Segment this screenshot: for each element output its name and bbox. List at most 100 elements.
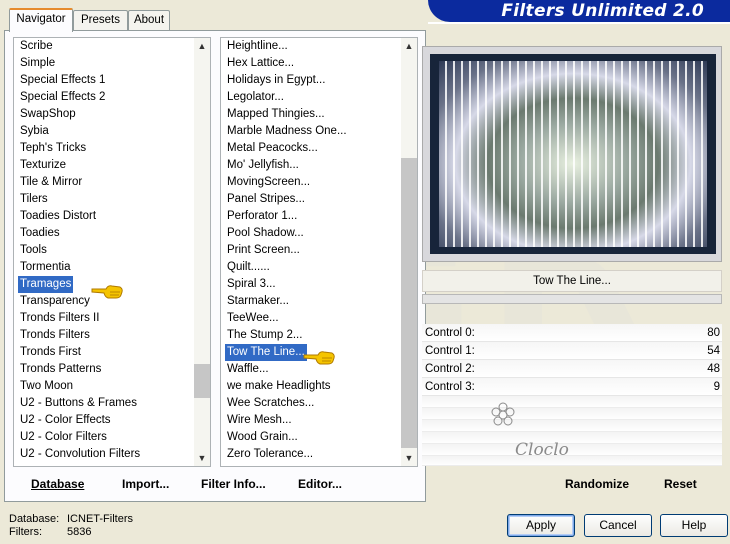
category-item[interactable]: Toadies <box>18 225 62 242</box>
category-item[interactable]: Tronds Patterns <box>18 361 103 378</box>
filter-scroll-thumb[interactable] <box>401 158 417 448</box>
control-2-row[interactable]: Control 2: 48 <box>422 360 722 378</box>
control-empty-row <box>422 420 722 432</box>
arrow-up-icon[interactable]: ▲ <box>401 38 417 54</box>
database-label: Database <box>31 477 85 491</box>
filter-item[interactable]: Metal Peacocks... <box>225 140 320 157</box>
control-1-row[interactable]: Control 1: 54 <box>422 342 722 360</box>
control-empty-row <box>422 432 722 444</box>
control-value[interactable]: 48 <box>707 360 720 378</box>
filter-info-button[interactable]: Filter Info... <box>201 475 266 493</box>
filter-scrollbar[interactable]: ▲ ▼ <box>401 38 417 466</box>
filter-item[interactable]: Print Screen... <box>225 242 302 259</box>
category-scrollbar[interactable]: ▲ ▼ <box>194 38 210 466</box>
randomize-button[interactable]: Randomize <box>565 475 629 493</box>
arrow-down-icon[interactable]: ▼ <box>194 450 210 466</box>
category-item[interactable]: Scribe <box>18 38 55 55</box>
control-label: Control 0: <box>425 327 475 339</box>
reset-button[interactable]: Reset <box>664 475 697 493</box>
pointing-hand-icon <box>303 351 335 365</box>
filter-item[interactable]: Waffle... <box>225 361 271 378</box>
category-item[interactable]: Sybia <box>18 123 51 140</box>
filter-item[interactable]: Legolator... <box>225 89 286 106</box>
category-list[interactable]: Scribe Simple Special Effects 1 Special Eff… <box>13 37 211 467</box>
filter-item[interactable]: Mapped Thingies... <box>225 106 327 123</box>
control-label: Control 1: <box>425 345 475 357</box>
category-item[interactable]: Special Effects 2 <box>18 89 107 106</box>
filter-item[interactable]: MovingScreen... <box>225 174 312 191</box>
preview-image <box>439 61 707 247</box>
filter-item[interactable]: Tow The Line... <box>225 344 307 361</box>
category-item[interactable]: Tile & Mirror <box>18 174 84 191</box>
filter-item[interactable]: Zero Tolerance... <box>225 446 315 463</box>
filter-item[interactable]: Mo' Jellyfish... <box>225 157 301 174</box>
category-item[interactable]: Tormentia <box>18 259 73 276</box>
database-button[interactable]: Database <box>31 475 84 493</box>
category-item[interactable]: SwapShop <box>18 106 78 123</box>
category-item[interactable]: U2 - Convolution Filters <box>18 446 142 463</box>
filter-item[interactable]: Pool Shadow... <box>225 225 306 242</box>
tab-presets[interactable]: Presets <box>73 10 128 30</box>
category-item[interactable]: Simple <box>18 55 57 72</box>
filters-count-value: 5836 <box>67 526 92 538</box>
category-item[interactable]: Tronds First <box>18 344 83 361</box>
category-item[interactable]: Special Effects 1 <box>18 72 107 89</box>
control-empty-row <box>422 456 722 466</box>
database-label: Database: <box>9 513 60 525</box>
progress-bar <box>422 294 722 304</box>
category-scroll-thumb[interactable] <box>194 364 210 398</box>
filter-item[interactable]: Heightline... <box>225 38 290 55</box>
tab-about[interactable]: About <box>128 10 170 30</box>
category-item[interactable]: U2 - Buttons & Frames <box>18 395 139 412</box>
category-item[interactable]: U2 - Color Filters <box>18 429 109 446</box>
control-empty-row <box>422 396 722 408</box>
category-item[interactable]: Tools <box>18 242 49 259</box>
category-item[interactable]: Toadies Distort <box>18 208 98 225</box>
control-empty-row <box>422 408 722 420</box>
help-button[interactable]: Help <box>660 514 728 537</box>
filter-list[interactable]: Heightline... Hex Lattice... Holidays in E… <box>220 37 418 467</box>
control-3-row[interactable]: Control 3: 9 <box>422 378 722 396</box>
category-item[interactable]: Transparency <box>18 293 92 310</box>
filter-item[interactable]: TeeWee... <box>225 310 281 327</box>
filter-item[interactable]: Spiral 3... <box>225 276 278 293</box>
cancel-button[interactable]: Cancel <box>584 514 652 537</box>
category-item[interactable]: Tronds Filters <box>18 327 92 344</box>
preview-area <box>422 46 722 262</box>
filter-item[interactable]: Wood Grain... <box>225 429 300 446</box>
app-title: Filters Unlimited 2.0 <box>501 1 704 21</box>
category-item[interactable]: Teph's Tricks <box>18 140 88 157</box>
banner-underline <box>428 22 730 24</box>
filter-item[interactable]: The Stump 2... <box>225 327 304 344</box>
filter-item[interactable]: Starmaker... <box>225 293 291 310</box>
filter-item[interactable]: Quilt...... <box>225 259 272 276</box>
category-item[interactable]: Tilers <box>18 191 50 208</box>
title-banner: Filters Unlimited 2.0 <box>428 0 730 22</box>
category-item[interactable]: Two Moon <box>18 378 75 395</box>
editor-button[interactable]: Editor... <box>298 475 342 493</box>
filter-item[interactable]: Holidays in Egypt... <box>225 72 327 89</box>
selected-filter-name: Tow The Line... <box>422 270 722 292</box>
filter-item[interactable]: we make Headlights <box>225 378 333 395</box>
filter-item[interactable]: Marble Madness One... <box>225 123 349 140</box>
filter-item[interactable]: Wire Mesh... <box>225 412 294 429</box>
filter-item[interactable]: Hex Lattice... <box>225 55 296 72</box>
category-item[interactable]: U2 - Color Effects <box>18 412 113 429</box>
control-0-row[interactable]: Control 0: 80 <box>422 324 722 342</box>
category-item[interactable]: Tramages <box>18 276 74 293</box>
arrow-down-icon[interactable]: ▼ <box>401 450 417 466</box>
control-value[interactable]: 9 <box>714 378 720 396</box>
filter-item[interactable]: Wee Scratches... <box>225 395 316 412</box>
apply-button[interactable]: Apply <box>507 514 575 537</box>
filter-item[interactable]: Panel Stripes... <box>225 191 307 208</box>
filters-count-label: Filters: <box>9 526 42 538</box>
filter-item[interactable]: Perforator 1... <box>225 208 299 225</box>
control-label: Control 2: <box>425 363 475 375</box>
tab-navigator[interactable]: Navigator <box>9 8 73 32</box>
category-item[interactable]: Tronds Filters II <box>18 310 101 327</box>
category-item[interactable]: Texturize <box>18 157 68 174</box>
import-button[interactable]: Import... <box>122 475 169 493</box>
control-value[interactable]: 54 <box>707 342 720 360</box>
arrow-up-icon[interactable]: ▲ <box>194 38 210 54</box>
control-value[interactable]: 80 <box>707 324 720 342</box>
